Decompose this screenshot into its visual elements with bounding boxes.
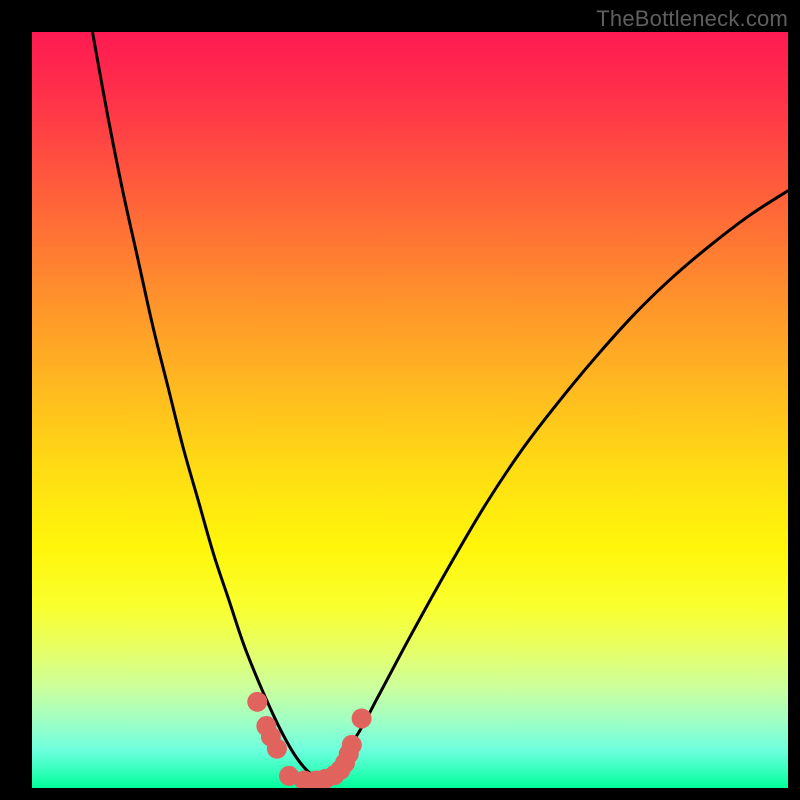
chart-frame: TheBottleneck.com: [0, 0, 800, 800]
curve-right-curve: [319, 191, 788, 779]
data-marker: [267, 739, 287, 759]
plot-area: [32, 32, 788, 788]
data-marker: [352, 708, 372, 728]
watermark-text: TheBottleneck.com: [596, 6, 788, 32]
chart-svg: [32, 32, 788, 788]
data-marker: [342, 735, 362, 755]
data-marker: [247, 692, 267, 712]
curve-left-curve: [92, 32, 319, 779]
